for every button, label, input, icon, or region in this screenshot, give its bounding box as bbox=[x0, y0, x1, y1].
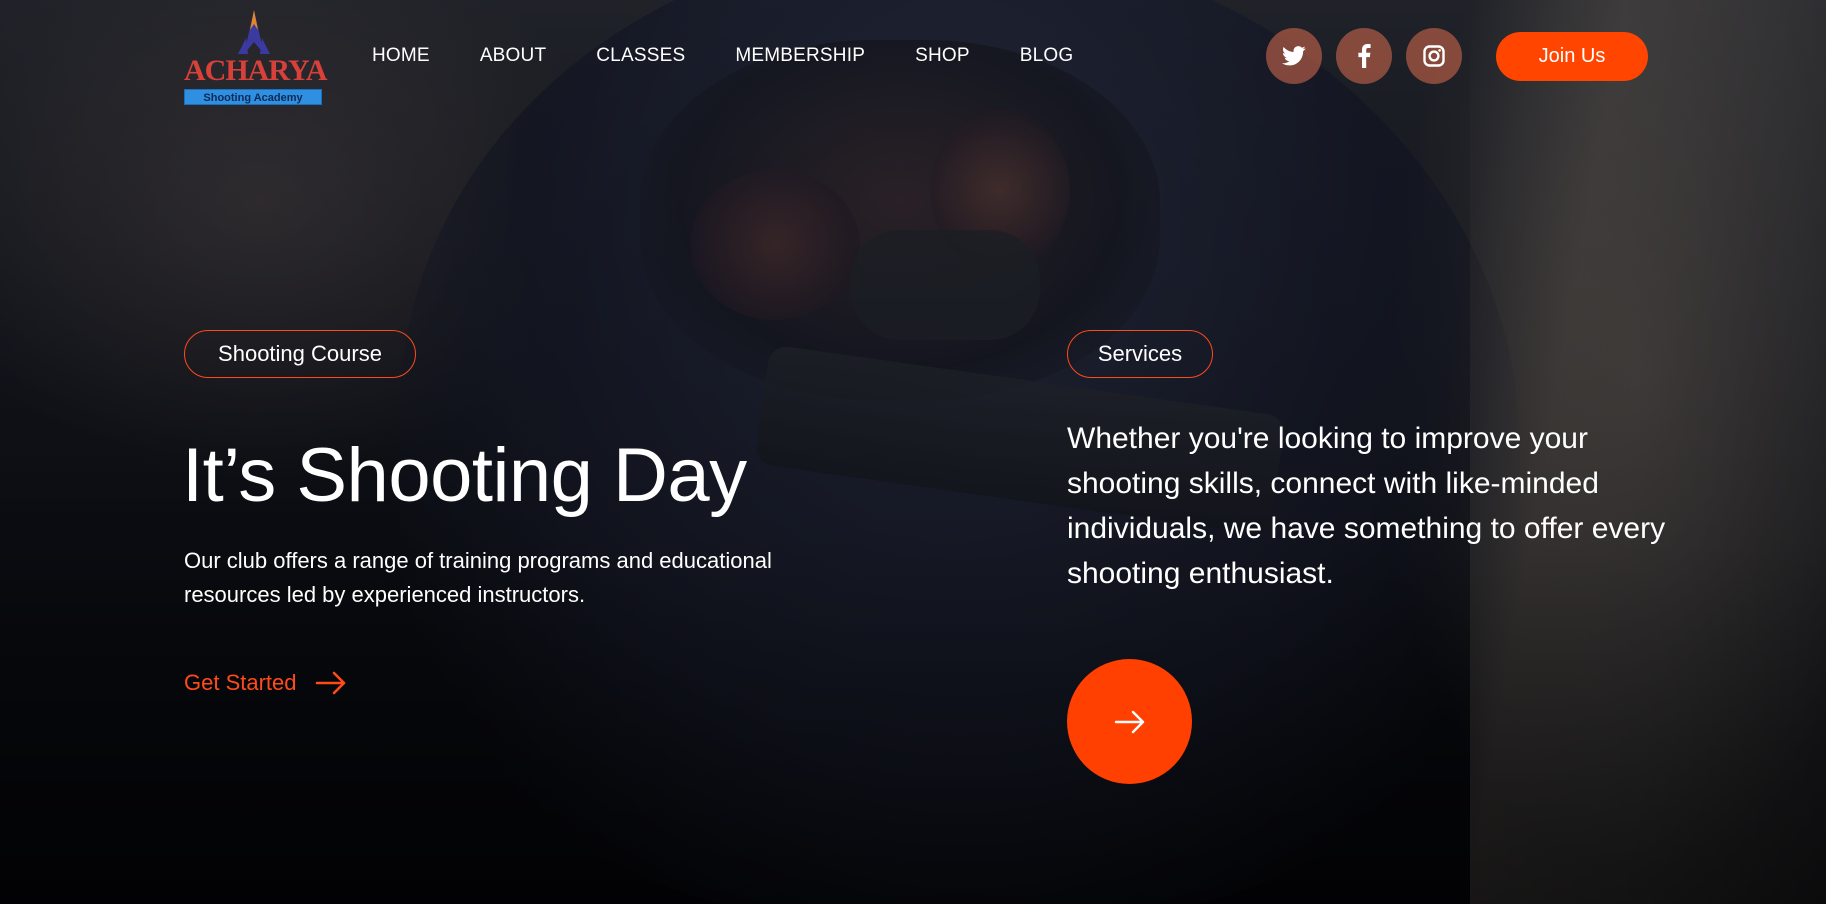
logo-tagline: Shooting Academy bbox=[184, 89, 322, 105]
instagram-icon bbox=[1423, 45, 1445, 67]
main-nav: HOME ABOUT CLASSES MEMBERSHIP SHOP BLOG bbox=[372, 44, 1123, 68]
logo-wordmark: ACHARYA bbox=[184, 54, 328, 87]
services-arrow-button[interactable] bbox=[1067, 659, 1192, 784]
site-header: ACHARYA Shooting Academy HOME ABOUT CLAS… bbox=[0, 0, 1826, 112]
nav-item-classes[interactable]: CLASSES bbox=[596, 44, 685, 68]
hero-section: ACHARYA Shooting Academy HOME ABOUT CLAS… bbox=[0, 0, 1826, 904]
instagram-button[interactable] bbox=[1406, 28, 1462, 84]
nav-item-blog[interactable]: BLOG bbox=[1020, 44, 1074, 68]
logo-mark-icon bbox=[238, 10, 270, 54]
hero-headline: It’s Shooting Day bbox=[182, 433, 747, 518]
hero-subtext: Our club offers a range of training prog… bbox=[184, 548, 772, 607]
twitter-icon bbox=[1282, 46, 1306, 66]
get-started-link[interactable]: Get Started bbox=[184, 670, 347, 696]
facebook-icon bbox=[1358, 44, 1371, 68]
twitter-button[interactable] bbox=[1266, 28, 1322, 84]
facebook-button[interactable] bbox=[1336, 28, 1392, 84]
shooting-course-pill[interactable]: Shooting Course bbox=[184, 330, 416, 378]
services-pill[interactable]: Services bbox=[1067, 330, 1213, 378]
social-links bbox=[1266, 28, 1462, 84]
nav-item-membership[interactable]: MEMBERSHIP bbox=[735, 44, 865, 68]
nav-item-shop[interactable]: SHOP bbox=[915, 44, 970, 68]
nav-item-home[interactable]: HOME bbox=[372, 44, 430, 68]
join-us-button[interactable]: Join Us bbox=[1496, 32, 1648, 81]
nav-item-about[interactable]: ABOUT bbox=[480, 44, 546, 68]
arrow-right-icon bbox=[1114, 710, 1144, 733]
arrow-right-icon bbox=[315, 671, 345, 695]
get-started-label: Get Started bbox=[184, 670, 297, 695]
services-description: Whether you're looking to improve your s… bbox=[1067, 422, 1666, 590]
brand-logo[interactable]: ACHARYA Shooting Academy bbox=[182, 8, 328, 108]
